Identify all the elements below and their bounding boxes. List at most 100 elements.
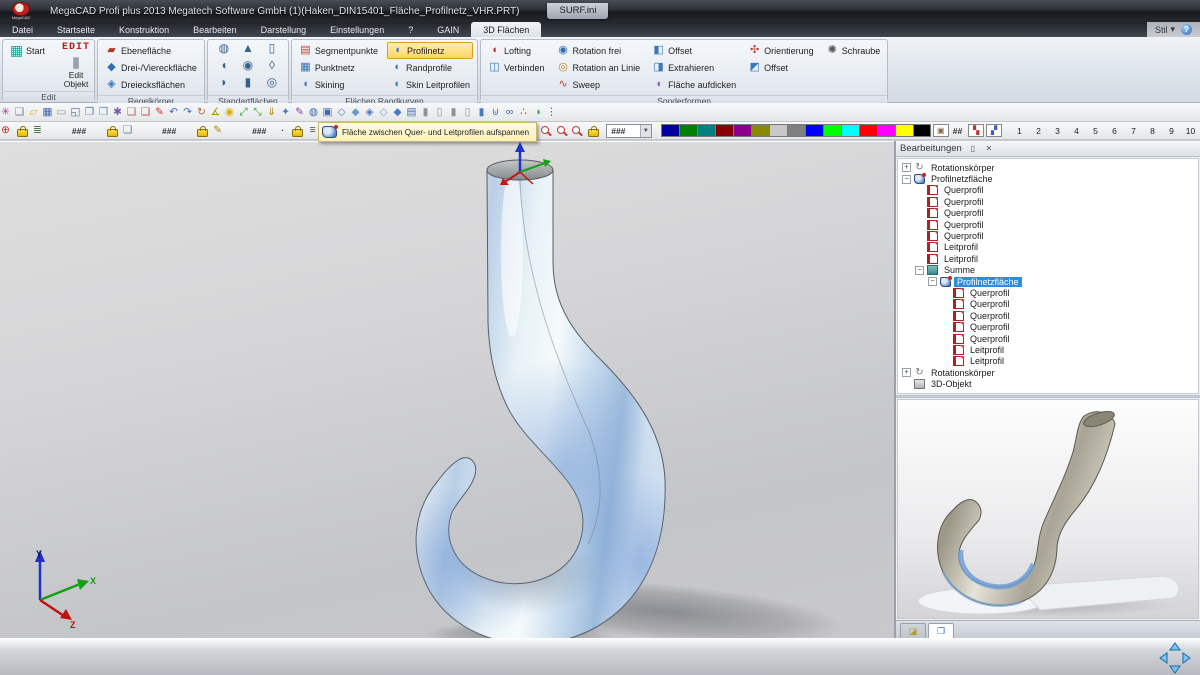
axes2-icon[interactable]: ⤡	[252, 107, 263, 117]
open-file-icon[interactable]: ▱	[28, 107, 39, 117]
skin-leitprofilen-button[interactable]: ◖Skin Leitprofilen	[387, 76, 473, 93]
tree-row-1[interactable]: −Profilnetzfläche	[898, 173, 1198, 184]
hatch-icon[interactable]: ▚	[968, 124, 984, 137]
cylinder-4-icon[interactable]: ▯	[462, 107, 473, 117]
cylinder-3-icon[interactable]: ▮	[448, 107, 459, 117]
color-swatch-1[interactable]	[679, 124, 697, 137]
collapse-icon[interactable]: −	[902, 175, 911, 184]
sweep-button[interactable]: ∿Sweep	[554, 76, 644, 93]
panel-icon[interactable]: ▤	[406, 107, 417, 117]
sheet-icon[interactable]: ❏	[122, 126, 133, 136]
color-swatch-10[interactable]	[841, 124, 859, 137]
color-swatch-8[interactable]	[805, 124, 823, 137]
flaeche-aufdicken-button[interactable]: ◖Fläche aufdicken	[649, 76, 739, 93]
cylinder-2-icon[interactable]: ▯	[434, 107, 445, 117]
tree-row-0[interactable]: +↻Rotationskörper	[898, 162, 1198, 173]
lightbulb-icon[interactable]: ◉	[224, 107, 235, 117]
binoculars-icon[interactable]: ∞	[504, 107, 515, 117]
menu-item-konstruktion[interactable]: Konstruktion	[107, 22, 181, 37]
spindle-icon[interactable]: ◊	[260, 59, 284, 76]
menu-item--[interactable]: ?	[396, 22, 425, 37]
punktnetz-button[interactable]: ▦Punktnetz	[296, 59, 381, 76]
pen-parameter-value[interactable]: ###	[248, 126, 270, 136]
color-swatch-5[interactable]	[751, 124, 769, 137]
lock-icon[interactable]	[107, 129, 118, 137]
tree-row-8[interactable]: −Leitprofil	[898, 253, 1198, 264]
pen-icon[interactable]: ✎	[212, 126, 223, 136]
tree-row-9[interactable]: −Summe	[898, 265, 1198, 276]
profilnetz-button[interactable]: ◖Profilnetz	[387, 42, 473, 59]
line-width-4[interactable]: 4	[1067, 126, 1086, 136]
hemisphere-icon[interactable]: ◖	[212, 59, 236, 76]
redo-icon[interactable]: ↷	[182, 107, 193, 117]
refresh-icon[interactable]: ↻	[196, 107, 207, 117]
session-tab[interactable]: SURF.ini	[547, 3, 608, 19]
doc-settings-icon[interactable]: ✱	[112, 107, 123, 117]
randprofile-button[interactable]: ◖Randprofile	[387, 59, 473, 76]
snap-icon[interactable]: ✳	[0, 107, 11, 117]
print-preview-icon[interactable]: ◱	[70, 107, 81, 117]
tree-row-16[interactable]: −Leitprofil	[898, 344, 1198, 355]
save-icon[interactable]: ▦	[42, 107, 53, 117]
menu-item-gain[interactable]: GAIN	[425, 22, 471, 37]
line-width-8[interactable]: 8	[1143, 126, 1162, 136]
surface-4-icon[interactable]: ◇	[378, 107, 389, 117]
color-swatch-6[interactable]	[769, 124, 787, 137]
globe-icon[interactable]: ◍	[308, 107, 319, 117]
line-width-7[interactable]: 7	[1124, 126, 1143, 136]
line-width-1[interactable]: 1	[1010, 126, 1029, 136]
tree-row-7[interactable]: −Leitprofil	[898, 242, 1198, 253]
tree-row-19[interactable]: −3D-Objekt	[898, 378, 1198, 389]
rotation-frei-button[interactable]: ◉Rotation frei	[554, 42, 644, 59]
line-width-3[interactable]: 3	[1048, 126, 1067, 136]
pin-icon[interactable]: ▯	[968, 144, 978, 153]
line-width-5[interactable]: 5	[1086, 126, 1105, 136]
color-swatch-3[interactable]	[715, 124, 733, 137]
offset-2-button[interactable]: ◩Offset	[745, 59, 817, 76]
sphere-icon[interactable]: ◍	[212, 42, 236, 59]
pan-widget-icon[interactable]	[1158, 642, 1192, 674]
surface-1-icon[interactable]: ◇	[336, 107, 347, 117]
surface-3-icon[interactable]: ◈	[364, 107, 375, 117]
prism-icon[interactable]: ▯	[260, 42, 284, 59]
print-icon[interactable]: ▭	[56, 107, 67, 117]
extrahieren-button[interactable]: ◨Extrahieren	[649, 59, 739, 76]
tree-row-11[interactable]: −Querprofil	[898, 287, 1198, 298]
verbinden-button[interactable]: ◫Verbinden	[485, 59, 548, 76]
pen-parameter-value[interactable]: ###	[68, 126, 90, 136]
new-file-icon[interactable]: ❏	[14, 107, 25, 117]
color-swatch-9[interactable]	[823, 124, 841, 137]
tree-row-12[interactable]: −Querprofil	[898, 299, 1198, 310]
cylinder-1-icon[interactable]: ▮	[420, 107, 431, 117]
line-width-6[interactable]: 6	[1105, 126, 1124, 136]
colorwheel-icon[interactable]: ◑	[532, 107, 543, 117]
help-icon[interactable]: ?	[1181, 24, 1192, 35]
collapse-icon[interactable]: −	[928, 277, 937, 286]
expand-icon[interactable]: +	[902, 368, 911, 377]
menu-item-datei[interactable]: Datei	[0, 22, 45, 37]
line-width-2[interactable]: 2	[1029, 126, 1048, 136]
menu-item-bearbeiten[interactable]: Bearbeiten	[181, 22, 249, 37]
surface-2-icon[interactable]: ◆	[350, 107, 361, 117]
pen-parameter-value[interactable]: ###	[158, 126, 180, 136]
zoom-in-icon[interactable]	[539, 124, 553, 138]
collapse-icon[interactable]: −	[915, 266, 924, 275]
close-icon[interactable]: ✕	[984, 144, 994, 153]
lock-icon[interactable]	[588, 129, 599, 137]
undo-icon[interactable]: ↶	[168, 107, 179, 117]
tree-row-18[interactable]: +↻Rotationskörper	[898, 367, 1198, 378]
cylinder-icon[interactable]: ▮	[236, 76, 260, 93]
tree-row-14[interactable]: −Querprofil	[898, 321, 1198, 332]
menu-item-darstellung[interactable]: Darstellung	[249, 22, 319, 37]
panel-splitter[interactable]	[896, 395, 1200, 398]
measure-icon[interactable]: ∡	[210, 107, 221, 117]
start-button[interactable]: ▦Start	[7, 42, 48, 59]
menu-icon[interactable]: ≡	[307, 126, 318, 136]
tree-row-10[interactable]: −Profilnetzfläche	[898, 276, 1198, 287]
points-icon[interactable]: ∴	[518, 107, 529, 117]
disc-icon[interactable]: ◗	[212, 76, 236, 93]
layers-icon[interactable]: ≣	[32, 126, 43, 136]
doc-red-icon[interactable]: ❏	[126, 107, 137, 117]
tree-row-17[interactable]: −Leitprofil	[898, 356, 1198, 367]
menu-item-einstellungen[interactable]: Einstellungen	[318, 22, 396, 37]
